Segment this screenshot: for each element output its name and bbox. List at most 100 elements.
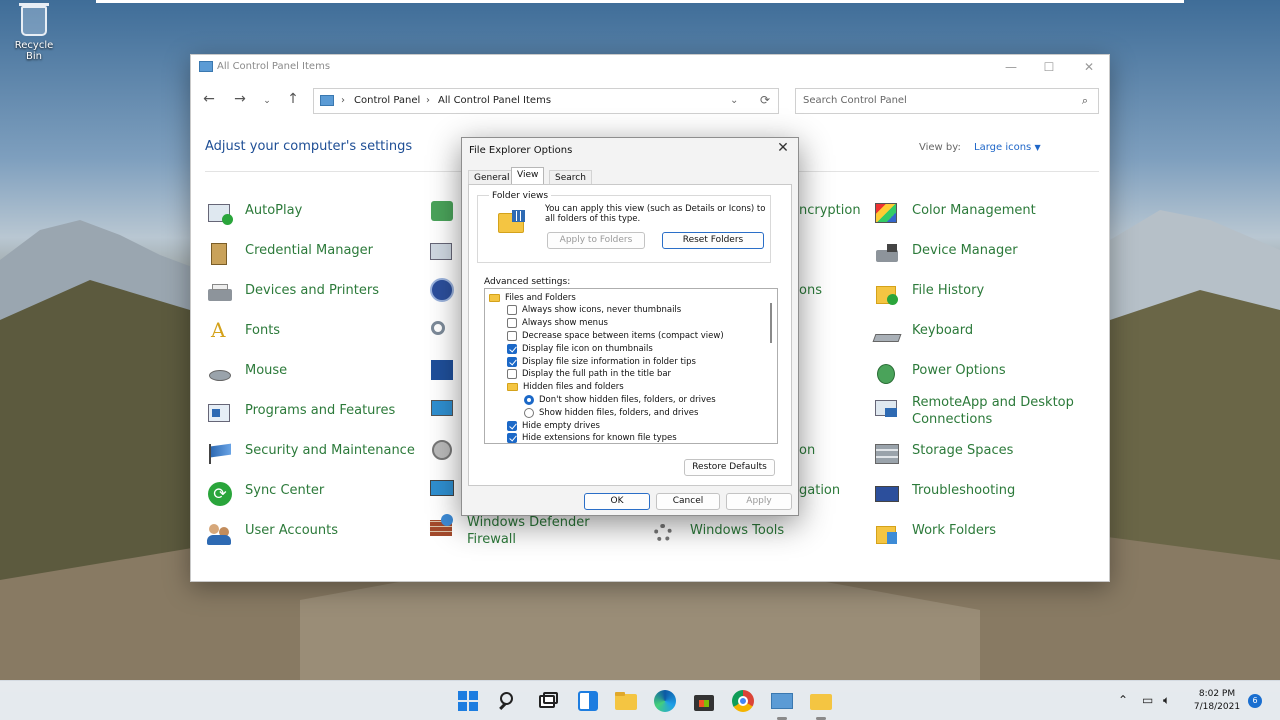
chrome-icon[interactable] — [731, 689, 755, 713]
breadcrumb-control-panel[interactable]: Control Panel — [354, 95, 420, 106]
forward-arrow-icon[interactable]: → — [230, 91, 250, 107]
advanced-settings-list[interactable]: Hide extensions for known file types Hide… — [484, 288, 778, 444]
advanced-settings-scrollbar[interactable] — [765, 289, 777, 443]
address-dropdown-icon[interactable]: ⌄ — [730, 95, 738, 106]
view-by-dropdown[interactable]: Large icons — [974, 142, 1031, 153]
up-arrow-icon[interactable]: ↑ — [283, 91, 303, 107]
advanced-setting-row[interactable]: Display file size information in folder … — [507, 355, 696, 368]
search-icon[interactable]: ⌕ — [1082, 94, 1088, 108]
apply-button[interactable]: Apply — [726, 493, 792, 510]
control-panel-taskbar-icon[interactable] — [770, 689, 794, 720]
search-box[interactable]: ⌕ — [795, 88, 1099, 114]
ok-button[interactable]: OK — [584, 493, 650, 510]
item-keyboard[interactable]: Keyboard — [872, 322, 973, 346]
remoteapp-icon — [873, 394, 901, 418]
advanced-setting-row[interactable]: Don't show hidden files, folders, or dri… — [524, 393, 716, 406]
checkbox[interactable] — [507, 318, 517, 329]
recent-locations-chevron-icon[interactable]: ⌄ — [257, 96, 277, 106]
item-power-options[interactable]: Power Options — [873, 362, 1006, 386]
view-by-dropdown-arrow-icon[interactable]: ▼ — [1034, 143, 1040, 152]
minimize-button[interactable]: — — [999, 58, 1023, 76]
tab-search[interactable]: Search — [549, 170, 592, 184]
network-icon[interactable]: ▭ — [1142, 693, 1153, 707]
advanced-setting-row[interactable]: Decrease space between items (compact vi… — [507, 329, 724, 342]
edge-browser-icon[interactable] — [653, 689, 677, 713]
item-storage-spaces[interactable]: Storage Spaces — [873, 442, 1013, 466]
advanced-setting-row[interactable]: Hide empty drives — [507, 419, 600, 432]
date-time-icon — [428, 238, 456, 262]
advanced-setting-row[interactable]: Always show menus — [507, 317, 608, 330]
microsoft-store-icon[interactable] — [692, 689, 716, 713]
scrollbar-thumb[interactable] — [770, 303, 772, 343]
apply-to-folders-button[interactable]: Apply to Folders — [547, 232, 645, 249]
item-user-accounts[interactable]: User Accounts — [206, 522, 338, 546]
back-arrow-icon[interactable]: ← — [199, 91, 219, 107]
item-file-history[interactable]: File History — [873, 282, 984, 306]
tab-general[interactable]: General — [468, 170, 516, 184]
item-color-management[interactable]: Color Management — [873, 202, 1036, 226]
item-windows-tools[interactable]: Windows Tools — [651, 522, 784, 546]
dialog-close-icon[interactable]: ✕ — [774, 140, 792, 156]
clock[interactable]: 8:02 PM 7/18/2021 — [1186, 688, 1248, 714]
advanced-setting-row[interactable]: Display the full path in the title bar — [507, 368, 671, 381]
close-button[interactable]: ✕ — [1077, 58, 1101, 76]
reset-folders-button[interactable]: Reset Folders — [662, 232, 764, 249]
recycle-bin-desktop-icon[interactable]: Recycle Bin — [6, 3, 62, 62]
cancel-button[interactable]: Cancel — [656, 493, 720, 510]
item-device-manager[interactable]: Device Manager — [873, 242, 1018, 266]
restore-defaults-button[interactable]: Restore Defaults — [684, 459, 775, 476]
item-partial-gation[interactable]: gation — [799, 482, 840, 499]
item-programs-and-features[interactable]: Programs and Features — [206, 402, 395, 426]
checkbox[interactable] — [507, 343, 517, 354]
programs-icon — [206, 402, 234, 426]
control-panel-icon — [199, 61, 213, 72]
item-windows-defender-firewall[interactable]: Windows Defender Firewall — [428, 514, 590, 548]
item-troubleshooting[interactable]: Troubleshooting — [873, 482, 1015, 506]
search-icon[interactable] — [496, 689, 520, 713]
file-explorer-taskbar-icon[interactable] — [614, 689, 638, 713]
window-titlebar[interactable]: All Control Panel Items — ☐ ✕ — [191, 55, 1109, 81]
address-bar[interactable]: › Control Panel › All Control Panel Item… — [313, 88, 779, 114]
item-partial-ons[interactable]: ons — [799, 282, 822, 299]
network-icon — [428, 198, 456, 222]
volume-icon[interactable]: 🔈︎ — [1163, 693, 1170, 708]
item-label: Devices and Printers — [245, 283, 379, 298]
item-bitlocker-partial[interactable]: ncryption — [799, 202, 861, 219]
checkbox[interactable] — [507, 330, 517, 341]
file-explorer-open-icon[interactable] — [809, 689, 833, 720]
advanced-setting-row[interactable]: Always show icons, never thumbnails — [507, 304, 681, 317]
item-credential-manager[interactable]: Credential Manager — [206, 242, 373, 266]
item-label-line-1: Windows Defender — [467, 515, 590, 530]
advanced-setting-row[interactable]: Hide extensions for known file types — [507, 432, 677, 443]
item-sync-center[interactable]: ⟳ Sync Center — [206, 482, 324, 506]
item-devices-and-printers[interactable]: Devices and Printers — [206, 282, 379, 306]
checkbox[interactable] — [507, 356, 517, 367]
notification-badge[interactable]: 6 — [1248, 694, 1262, 708]
radio-button[interactable] — [524, 394, 534, 405]
flag-icon — [206, 442, 234, 466]
widgets-icon[interactable] — [576, 689, 600, 713]
start-windows-icon[interactable] — [456, 689, 480, 713]
checkbox[interactable] — [507, 369, 517, 380]
item-remoteapp-desktop-connections[interactable]: RemoteApp and Desktop Connections — [873, 394, 1074, 428]
refresh-icon[interactable]: ⟳ — [760, 93, 770, 107]
advanced-setting-row[interactable]: Display file icon on thumbnails — [507, 342, 653, 355]
checkbox[interactable] — [507, 420, 517, 431]
radio-button[interactable] — [524, 407, 534, 418]
task-view-icon[interactable] — [536, 689, 560, 713]
advanced-setting-row[interactable]: Show hidden files, folders, and drives — [524, 406, 698, 419]
maximize-button[interactable]: ☐ — [1037, 58, 1061, 76]
item-fonts[interactable]: A Fonts — [206, 320, 280, 346]
tab-view[interactable]: View — [511, 167, 545, 184]
item-partial-on[interactable]: on — [799, 442, 815, 459]
item-autoplay[interactable]: AutoPlay — [206, 202, 302, 226]
checkbox[interactable] — [507, 305, 517, 316]
clock-date: 7/18/2021 — [1193, 702, 1241, 712]
breadcrumb-all-items[interactable]: All Control Panel Items — [438, 95, 551, 106]
show-hidden-icons-chevron-icon[interactable]: ⌃ — [1118, 693, 1128, 707]
checkbox[interactable] — [507, 433, 517, 443]
item-work-folders[interactable]: Work Folders — [873, 522, 996, 546]
item-mouse[interactable]: Mouse — [206, 362, 287, 386]
item-security-and-maintenance[interactable]: Security and Maintenance — [206, 442, 415, 466]
search-input[interactable] — [803, 95, 1063, 106]
